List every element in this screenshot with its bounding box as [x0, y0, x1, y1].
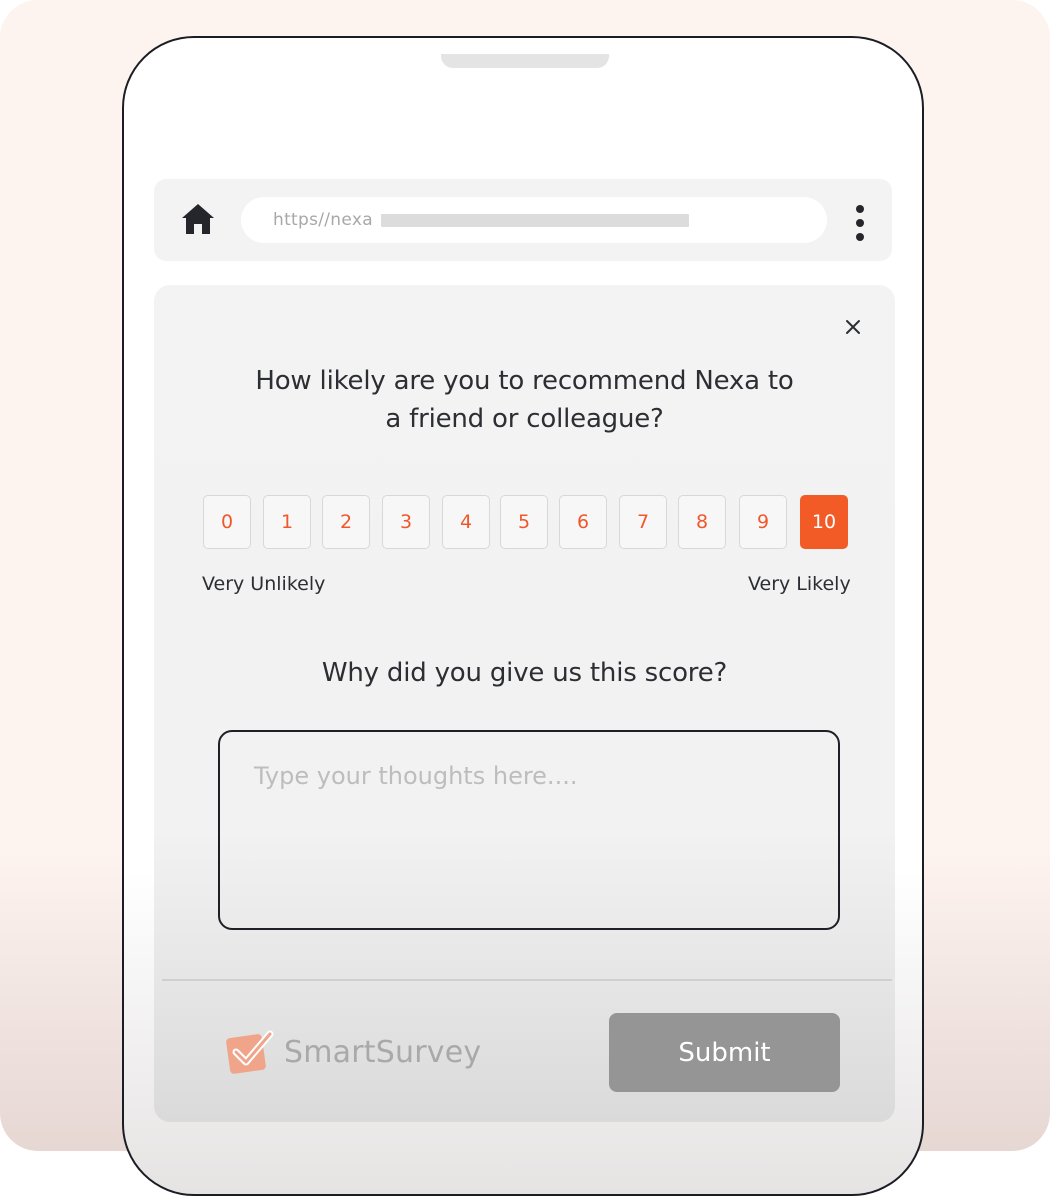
survey-question: How likely are you to recommend Nexa to … — [154, 362, 895, 438]
submit-button[interactable]: Submit — [609, 1013, 840, 1092]
score-button-5[interactable]: 5 — [500, 495, 548, 549]
score-button-1[interactable]: 1 — [263, 495, 311, 549]
feedback-input[interactable] — [218, 730, 840, 930]
phone-notch — [441, 54, 609, 68]
score-button-6[interactable]: 6 — [559, 495, 607, 549]
checkbox-check-icon — [226, 1030, 274, 1074]
question-line-1: How likely are you to recommend Nexa to — [255, 366, 794, 396]
close-icon[interactable] — [844, 318, 862, 336]
kebab-menu-icon[interactable] — [850, 205, 870, 241]
home-icon[interactable] — [180, 202, 216, 236]
score-button-0[interactable]: 0 — [203, 495, 251, 549]
score-button-8[interactable]: 8 — [678, 495, 726, 549]
score-button-4[interactable]: 4 — [442, 495, 490, 549]
question-line-2: a friend or colleague? — [385, 404, 664, 434]
footer-divider — [162, 979, 892, 981]
scale-high-label: Very Likely — [748, 573, 851, 595]
why-score-heading: Why did you give us this score? — [321, 658, 728, 688]
score-button-3[interactable]: 3 — [382, 495, 430, 549]
score-button-2[interactable]: 2 — [322, 495, 370, 549]
score-button-10[interactable]: 10 — [800, 495, 848, 549]
scale-low-label: Very Unlikely — [202, 573, 326, 595]
url-bar[interactable]: https//nexa — [241, 197, 827, 243]
score-button-7[interactable]: 7 — [619, 495, 667, 549]
smartsurvey-logo: SmartSurvey — [226, 1028, 481, 1076]
score-button-9[interactable]: 9 — [739, 495, 787, 549]
url-text: https//nexa — [273, 210, 373, 230]
url-redacted-bar — [380, 213, 689, 227]
brand-name: SmartSurvey — [284, 1034, 482, 1070]
